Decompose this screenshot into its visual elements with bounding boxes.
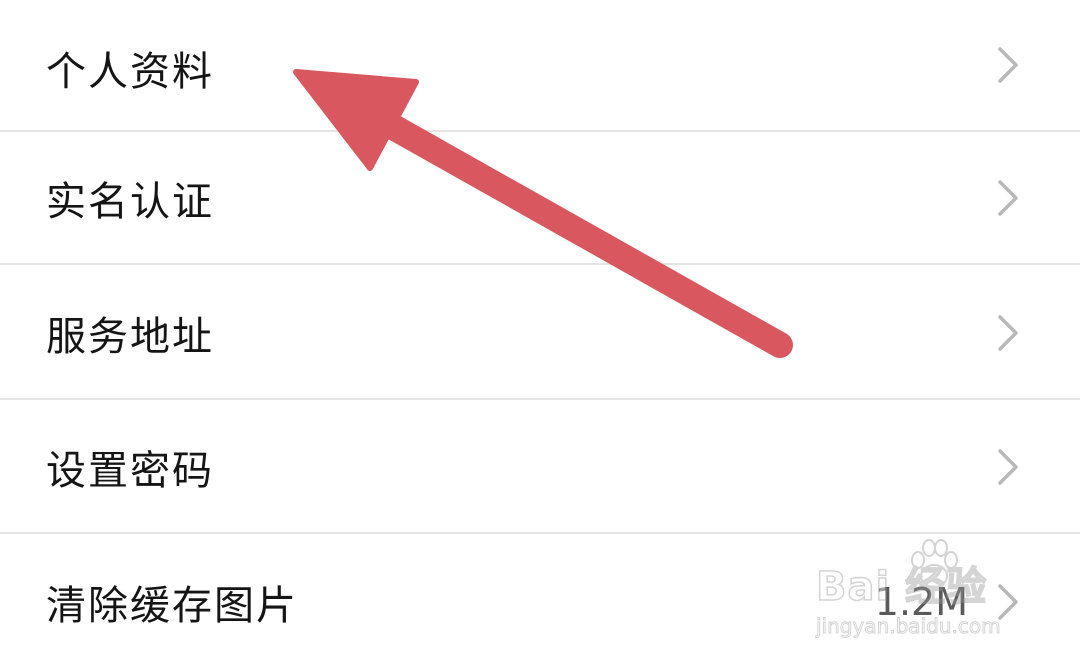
settings-item-label: 清除缓存图片	[46, 583, 298, 629]
chevron-right-icon	[996, 447, 1022, 487]
settings-screen: 个人资料 实名认证 服务地址 设置密码 清除缓存图片 1.2M Bai 经验 j…	[0, 0, 1080, 668]
settings-list: 个人资料 实名认证 服务地址 设置密码 清除缓存图片 1.2M	[0, 0, 1080, 668]
chevron-right-icon	[996, 45, 1022, 85]
settings-item-real-name-verification[interactable]: 实名认证	[0, 133, 1080, 265]
settings-item-label: 服务地址	[46, 314, 214, 360]
settings-item-set-password[interactable]: 设置密码	[0, 402, 1080, 534]
settings-item-profile[interactable]: 个人资料	[0, 0, 1080, 132]
cache-size-value: 1.2M	[874, 580, 968, 624]
settings-item-clear-image-cache[interactable]: 清除缓存图片 1.2M	[0, 536, 1080, 668]
chevron-right-icon	[996, 582, 1022, 622]
settings-item-label: 个人资料	[46, 49, 214, 95]
settings-item-service-address[interactable]: 服务地址	[0, 268, 1080, 400]
chevron-right-icon	[996, 178, 1022, 218]
settings-item-label: 实名认证	[46, 179, 214, 225]
chevron-right-icon	[996, 313, 1022, 353]
settings-item-label: 设置密码	[46, 448, 214, 494]
